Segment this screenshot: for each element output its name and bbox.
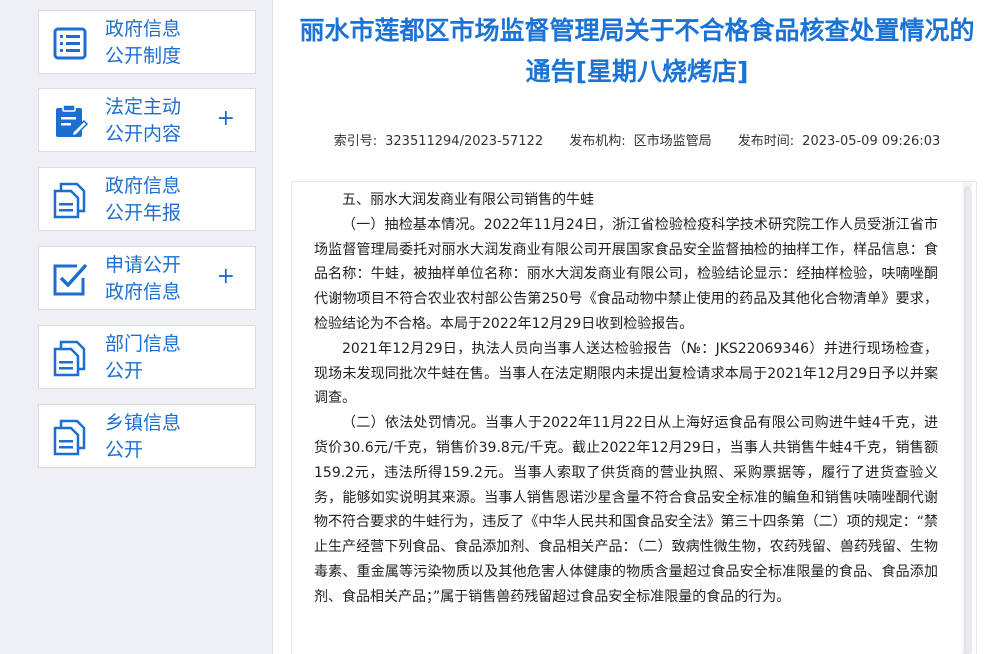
org-value: 区市场监管局: [633, 134, 712, 149]
sidebar-item-department-info[interactable]: 部门信息 公开: [38, 325, 256, 389]
page-scrollbar[interactable]: [966, 190, 972, 654]
article-panel: 丽水市莲都区市场监督管理局关于不合格食品核查处置情况的通告[星期八烧烤店] 索引…: [272, 0, 1000, 654]
sidebar-item-annual-report[interactable]: 政府信息 公开年报: [38, 167, 256, 231]
documents-icon: [53, 182, 86, 219]
sidebar-item-township-info[interactable]: 乡镇信息 公开: [38, 404, 256, 468]
article-paragraph: （一）抽检基本情况。2022年11月24日，浙江省检验检疫科学技术研究院工作人员…: [314, 216, 938, 332]
sidebar-item-label: 乡镇信息 公开: [105, 412, 182, 461]
index-label: 索引号:: [333, 134, 378, 149]
time-value: 2023-05-09 09:26:03: [802, 134, 941, 149]
sidebar-item-label: 政府信息 公开制度: [105, 18, 182, 67]
sidebar-item-label: 政府信息 公开年报: [105, 175, 182, 224]
check-edit-icon: [53, 263, 88, 296]
article-content: 五、丽水大润发商业有限公司销售的牛蛙 （一）抽检基本情况。2022年11月24日…: [292, 188, 956, 610]
time-label: 发布时间:: [737, 134, 795, 149]
clipboard-edit-icon: [56, 104, 89, 138]
index-value: 323511294/2023-57122: [385, 134, 544, 149]
sidebar: 政府信息 公开制度 法定主动 公开内容 + 政府信息 公开年报 申请公开 政府信…: [0, 0, 266, 654]
article-paragraph: 2021年12月29日，执法人员向当事人送达检验报告（№：JKS22069346…: [314, 340, 938, 407]
expand-plus-icon[interactable]: +: [217, 265, 235, 289]
sidebar-item-statutory-content[interactable]: 法定主动 公开内容 +: [38, 88, 256, 152]
article-body: 五、丽水大润发商业有限公司销售的牛蛙 （一）抽检基本情况。2022年11月24日…: [291, 181, 977, 654]
expand-plus-icon[interactable]: +: [217, 107, 235, 131]
list-document-icon: [53, 27, 87, 60]
article-title: 丽水市莲都区市场监督管理局关于不合格食品核查处置情况的通告[星期八烧烤店]: [299, 16, 975, 86]
sidebar-item-apply-disclosure[interactable]: 申请公开 政府信息 +: [38, 246, 256, 310]
article-paragraph: 五、丽水大润发商业有限公司销售的牛蛙: [342, 192, 594, 208]
org-label: 发布机构:: [569, 134, 626, 149]
sidebar-item-disclosure-system[interactable]: 政府信息 公开制度: [38, 10, 256, 74]
article-paragraph: （二）依法处罚情况。当事人于2022年11月22日从上海好运食品有限公司购进牛蛙…: [314, 415, 938, 605]
documents-icon: [53, 419, 86, 456]
sidebar-item-label: 法定主动 公开内容: [105, 96, 182, 145]
documents-icon: [53, 340, 86, 377]
sidebar-item-label: 部门信息 公开: [105, 333, 182, 382]
sidebar-item-label: 申请公开 政府信息: [105, 254, 182, 303]
article-meta: 索引号: 323511294/2023-57122 发布机构: 区市场监管局 发布时…: [273, 130, 1000, 149]
